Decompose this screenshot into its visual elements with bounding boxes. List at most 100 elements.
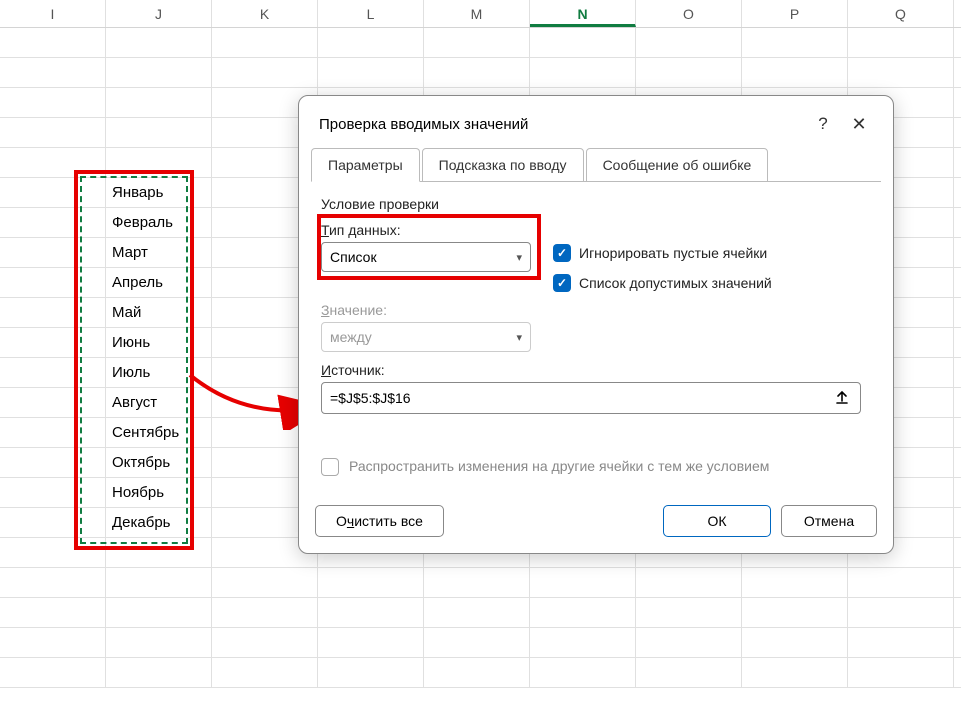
cell[interactable] [742, 658, 848, 688]
cell[interactable] [318, 598, 424, 628]
cell[interactable] [106, 598, 212, 628]
cell[interactable] [954, 598, 961, 628]
cell[interactable] [424, 658, 530, 688]
cell[interactable] [636, 58, 742, 88]
cell[interactable] [106, 58, 212, 88]
cell[interactable] [212, 28, 318, 58]
cell[interactable] [0, 268, 106, 298]
cell[interactable] [0, 148, 106, 178]
cell[interactable] [530, 658, 636, 688]
help-button[interactable]: ? [805, 110, 841, 138]
cell[interactable] [742, 568, 848, 598]
cell[interactable] [848, 28, 954, 58]
cell[interactable] [106, 28, 212, 58]
cell[interactable] [954, 28, 961, 58]
cell[interactable] [318, 28, 424, 58]
cell[interactable] [954, 388, 961, 418]
column-header-R[interactable]: R [954, 0, 961, 27]
cell[interactable] [954, 658, 961, 688]
cell[interactable] [0, 538, 106, 568]
cell[interactable] [954, 358, 961, 388]
column-header-L[interactable]: L [318, 0, 424, 27]
cell[interactable]: Апрель [106, 268, 212, 298]
cell[interactable] [954, 88, 961, 118]
tab-parameters[interactable]: Параметры [311, 148, 420, 182]
cell[interactable] [318, 568, 424, 598]
cell[interactable] [954, 58, 961, 88]
cell[interactable] [742, 598, 848, 628]
range-picker-button[interactable] [830, 386, 854, 410]
cell[interactable] [848, 598, 954, 628]
cell[interactable] [0, 358, 106, 388]
cell[interactable] [954, 328, 961, 358]
cell[interactable]: Май [106, 298, 212, 328]
cell[interactable] [0, 328, 106, 358]
cell[interactable] [318, 658, 424, 688]
cell[interactable] [0, 478, 106, 508]
cell[interactable]: Январь [106, 178, 212, 208]
cell[interactable] [848, 628, 954, 658]
cell[interactable]: Февраль [106, 208, 212, 238]
cell[interactable] [954, 208, 961, 238]
tab-input-message[interactable]: Подсказка по вводу [422, 148, 584, 182]
cell[interactable] [742, 28, 848, 58]
cell[interactable] [530, 28, 636, 58]
tab-error-alert[interactable]: Сообщение об ошибке [586, 148, 769, 182]
column-header-I[interactable]: I [0, 0, 106, 27]
column-header-K[interactable]: K [212, 0, 318, 27]
cell[interactable] [954, 148, 961, 178]
cell[interactable] [636, 568, 742, 598]
cell[interactable]: Август [106, 388, 212, 418]
cell[interactable]: Июль [106, 358, 212, 388]
cell[interactable]: Ноябрь [106, 478, 212, 508]
ignore-blank-checkbox[interactable]: ✓ Игнорировать пустые ячейки [553, 244, 772, 262]
column-header-Q[interactable]: Q [848, 0, 954, 27]
column-header-P[interactable]: P [742, 0, 848, 27]
cell[interactable] [954, 568, 961, 598]
cell[interactable] [530, 58, 636, 88]
cell[interactable] [954, 418, 961, 448]
cell[interactable] [954, 238, 961, 268]
cell[interactable]: Март [106, 238, 212, 268]
cell[interactable] [954, 298, 961, 328]
cell[interactable] [954, 118, 961, 148]
cell[interactable] [106, 538, 212, 568]
cell[interactable] [0, 88, 106, 118]
cell[interactable] [106, 658, 212, 688]
cell[interactable] [318, 58, 424, 88]
cell[interactable] [636, 628, 742, 658]
cell[interactable] [0, 178, 106, 208]
cell[interactable] [0, 58, 106, 88]
close-button[interactable]: ✕ [841, 110, 877, 138]
cell[interactable] [530, 598, 636, 628]
cell[interactable] [954, 508, 961, 538]
cell[interactable] [212, 628, 318, 658]
cell[interactable]: Октябрь [106, 448, 212, 478]
cell[interactable] [318, 628, 424, 658]
cell[interactable] [106, 118, 212, 148]
cell[interactable] [848, 568, 954, 598]
cell[interactable] [636, 658, 742, 688]
cell[interactable] [424, 58, 530, 88]
cell[interactable] [212, 658, 318, 688]
in-cell-dropdown-checkbox[interactable]: ✓ Список допустимых значений [553, 274, 772, 292]
cancel-button[interactable]: Отмена [781, 505, 877, 537]
cell[interactable] [0, 388, 106, 418]
cell[interactable] [0, 118, 106, 148]
cell[interactable] [636, 598, 742, 628]
ok-button[interactable]: ОК [663, 505, 771, 537]
cell[interactable] [954, 178, 961, 208]
cell[interactable] [742, 58, 848, 88]
cell[interactable] [0, 628, 106, 658]
cell[interactable] [0, 568, 106, 598]
cell[interactable] [106, 628, 212, 658]
column-header-M[interactable]: M [424, 0, 530, 27]
cell[interactable] [848, 658, 954, 688]
column-header-J[interactable]: J [106, 0, 212, 27]
cell[interactable] [212, 58, 318, 88]
cell[interactable] [0, 418, 106, 448]
cell[interactable] [424, 568, 530, 598]
cell[interactable]: Сентябрь [106, 418, 212, 448]
cell[interactable] [424, 598, 530, 628]
column-header-N[interactable]: N [530, 0, 636, 27]
